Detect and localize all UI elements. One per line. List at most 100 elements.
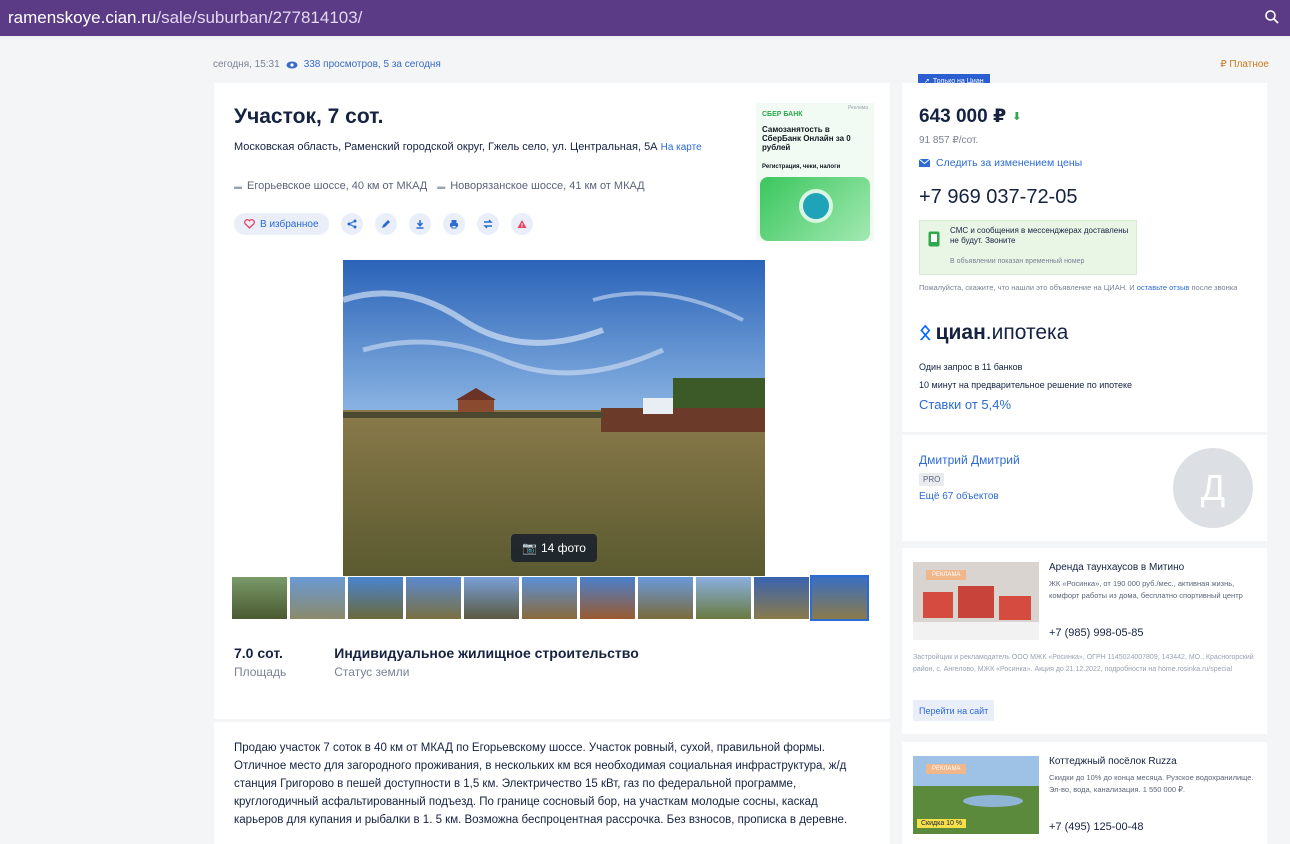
ad-title[interactable]: Коттеджный посёлок Ruzza (1049, 756, 1177, 767)
description-text: Продаю участок 7 соток в 40 км от МКАД п… (234, 742, 848, 826)
listing-meta: сегодня, 15:31 338 просмотров, 5 за сего… (213, 59, 441, 70)
paid-badge[interactable]: ₽ Платное (1220, 59, 1269, 70)
eye-icon (286, 61, 298, 68)
phone-number[interactable]: +7 969 037-72-05 (919, 186, 1077, 209)
ad-image: РЕКЛАМА Скидка 10 % (913, 756, 1039, 834)
avatar[interactable]: Д (1173, 448, 1253, 528)
mail-icon (919, 159, 930, 167)
sber-brand: СБЕР БАНК (762, 111, 803, 118)
ad-phone[interactable]: +7 (495) 125-00-48 (1049, 821, 1143, 833)
browser-url-bar[interactable]: ramenskoye.cian.ru/sale/suburban/2778141… (0, 0, 1290, 36)
thumbnail[interactable] (232, 577, 287, 619)
thumbnail[interactable] (696, 577, 751, 619)
cian-pin-icon: ᛟ (919, 321, 932, 344)
photo-thumbnails (232, 575, 869, 621)
ad-text: Скидки до 10% до конца месяца. Рузское в… (1049, 773, 1254, 794)
thumbnail[interactable] (580, 577, 635, 619)
thumbnail-active[interactable] (810, 575, 869, 621)
thumbnail[interactable] (522, 577, 577, 619)
url-host: ramenskoye.cian.ru (8, 8, 157, 27)
heart-icon (244, 219, 255, 229)
leave-review-link[interactable]: оставьте отзыв (1137, 283, 1190, 292)
cian-mortgage-logo[interactable]: ᛟ циан .ипотека (919, 321, 1068, 345)
thumbnail[interactable] (290, 577, 345, 619)
listing-actions: В избранное (234, 213, 533, 235)
download-icon (416, 220, 424, 229)
share-button[interactable] (340, 213, 363, 235)
fact-label: Статус земли (334, 665, 410, 679)
thumbnail[interactable] (406, 577, 461, 619)
ad-label: Реклама (847, 105, 868, 111)
follow-price-label: Следить за изменением цены (936, 157, 1083, 169)
main-photo[interactable]: 📷 14 фото (343, 260, 765, 576)
fact-value: Индивидуальное жилищное строительство (334, 645, 639, 661)
share-icon (347, 219, 357, 229)
sber-phone-image (760, 177, 870, 241)
fact-value: 7.0 сот. (234, 645, 283, 661)
listing-card: Участок, 7 сот. Московская область, Раме… (214, 83, 890, 719)
price: 643 000 ₽ ⬇ (919, 105, 1021, 128)
views-count[interactable]: 338 просмотров, 5 за сегодня (304, 59, 441, 70)
discount-badge: Скидка 10 % (917, 819, 967, 828)
price-per-sotka: 91 857 ₽/сот. (919, 135, 979, 146)
sber-ad-banner[interactable]: Реклама СБЕР БАНК Самозанятость в СберБа… (756, 103, 874, 241)
photo-count-label: 14 фото (540, 541, 586, 555)
address-text: Московская область, Раменский городской … (234, 141, 658, 153)
feedback-prefix: Пожалуйста, скажите, что нашли это объяв… (919, 283, 1135, 292)
mortgage-rates-link[interactable]: Ставки от 5,4% (919, 397, 1011, 412)
sms-warning: СМС и сообщения в мессенджерах доставлен… (919, 220, 1137, 275)
ad-phone[interactable]: +7 (985) 998-05-85 (1049, 627, 1143, 639)
highway-label: Егорьевское шоссе, 40 км от МКАД (247, 180, 428, 192)
fact-land-status: Индивидуальное жилищное строительство Ст… (334, 645, 639, 679)
warning-icon (517, 220, 527, 228)
sms-warning-text: СМС и сообщения в мессенджерах доставлен… (950, 226, 1129, 245)
price-value: 643 000 ₽ (919, 106, 1007, 127)
fact-label: Площадь (234, 665, 287, 679)
map-link[interactable]: На карте (661, 142, 702, 153)
favorite-button[interactable]: В избранное (234, 213, 329, 235)
thumbnail[interactable] (464, 577, 519, 619)
highway-icon: ▬ (437, 181, 446, 191)
follow-price-link[interactable]: Следить за изменением цены (919, 157, 1082, 169)
phone-icon (928, 231, 940, 247)
print-button[interactable] (442, 213, 465, 235)
url-text[interactable]: ramenskoye.cian.ru/sale/suburban/2778141… (8, 8, 362, 28)
highways: ▬ Егорьевское шоссе, 40 км от МКАД ▬ Нов… (234, 180, 645, 192)
note-button[interactable] (374, 213, 397, 235)
ad-tag: РЕКЛАМА (926, 570, 967, 580)
compare-icon (482, 219, 493, 229)
ad-text: ЖК «Росинка», от 190 000 руб./мес., акти… (1049, 579, 1243, 600)
highway-label: Новорязанское шоссе, 41 км от МКАД (450, 180, 645, 192)
description-card: Продаю участок 7 соток в 40 км от МКАД п… (214, 722, 890, 844)
ad-image: РЕКЛАМА (913, 562, 1039, 640)
page-top-divider (0, 36, 1290, 40)
pro-badge: PRO (919, 473, 945, 486)
url-path: /sale/suburban/277814103/ (156, 8, 363, 27)
feedback-suffix: после звонка (1191, 283, 1238, 292)
compare-button[interactable] (476, 213, 499, 235)
listing-title: Участок, 7 сот. (234, 105, 384, 128)
camera-icon: 📷 (522, 541, 537, 555)
go-to-site-button[interactable]: Перейти на сайт (913, 700, 995, 721)
sber-ad-sub: Регистрация, чеки, налоги (762, 164, 841, 170)
ad-card[interactable]: РЕКЛАМА Скидка 10 % Коттеджный посёлок R… (902, 742, 1267, 844)
thumbnail[interactable] (638, 577, 693, 619)
agent-name[interactable]: Дмитрий Дмитрий (919, 453, 1020, 467)
search-icon[interactable] (1264, 9, 1280, 25)
favorite-label: В избранное (260, 218, 319, 230)
report-button[interactable] (510, 213, 533, 235)
download-button[interactable] (408, 213, 431, 235)
thumbnail[interactable] (754, 577, 809, 619)
agent-more-link[interactable]: Ещё 67 объектов (919, 491, 999, 502)
listing-address: Московская область, Раменский городской … (234, 139, 704, 156)
print-icon (449, 220, 458, 229)
mortgage-line-1: Один запрос в 11 банков (919, 362, 1023, 372)
ad-tag: РЕКЛАМА (926, 764, 967, 774)
ad-title[interactable]: Аренда таунхаусов в Митино (1049, 562, 1184, 573)
land-plot-photo (343, 260, 765, 576)
publish-date: сегодня, 15:31 (213, 59, 280, 70)
thumbnail[interactable] (348, 577, 403, 619)
listing-facts: 7.0 сот. Площадь Индивидуальное жилищное… (234, 645, 639, 679)
photo-count-button[interactable]: 📷 14 фото (511, 534, 597, 562)
ad-card[interactable]: РЕКЛАМА Аренда таунхаусов в Митино ЖК «Р… (902, 548, 1267, 734)
